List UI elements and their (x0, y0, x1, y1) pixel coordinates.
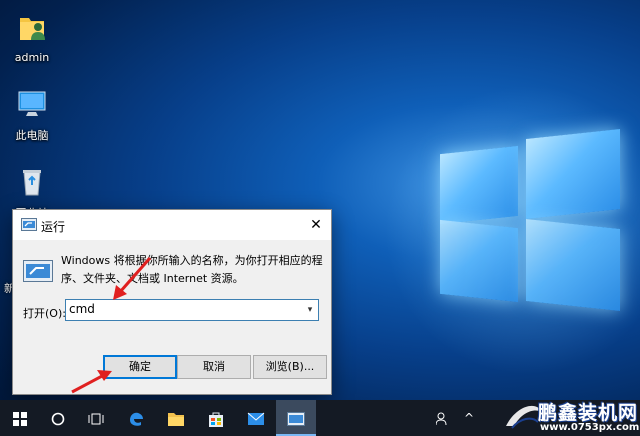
mail-icon (247, 412, 265, 425)
cortana-search-button[interactable] (38, 400, 78, 436)
people-button[interactable] (435, 400, 450, 436)
people-icon (435, 412, 447, 425)
windows-logo-wallpaper (440, 129, 620, 311)
windows-start-icon (13, 411, 27, 426)
cancel-button[interactable]: 取消 (177, 355, 251, 379)
edge-button[interactable] (116, 400, 156, 436)
cortana-circle-icon (51, 412, 65, 425)
user-folder-icon (20, 18, 45, 40)
run-icon (287, 411, 305, 426)
open-label: 打开(O): (23, 307, 66, 320)
run-dialog-titlebar[interactable]: 运行 ✕ (13, 210, 331, 240)
task-view-icon (88, 413, 104, 424)
close-button[interactable]: ✕ (301, 210, 331, 240)
command-input[interactable]: cmd ▾ (65, 299, 319, 321)
desktop-icon-admin[interactable]: admin (0, 12, 64, 64)
ok-button[interactable]: 确定 (103, 355, 177, 379)
run-dialog: 运行 ✕ Windows 将根据你所输入的名称，为你打开相应的程序、文件夹、文档… (12, 209, 332, 395)
run-program-icon (23, 260, 53, 282)
chevron-up-icon: ^ (464, 411, 475, 425)
watermark-brand: 鹏鑫装机网 (538, 402, 639, 424)
file-explorer-button[interactable] (156, 400, 196, 436)
mail-button[interactable] (236, 400, 276, 436)
desktop-icon-label: 此电脑 (15, 129, 49, 142)
chevron-down-icon[interactable]: ▾ (302, 300, 318, 320)
browse-button[interactable]: 浏览(B)... (253, 355, 327, 379)
store-bag-icon (209, 412, 223, 427)
dialog-title: 运行 (41, 220, 66, 234)
watermark-url: www.0753px.com (540, 422, 640, 433)
store-button[interactable] (196, 400, 236, 436)
folder-icon (168, 412, 184, 426)
run-icon (21, 218, 37, 231)
desktop-icon-this-pc[interactable]: 此电脑 (0, 88, 64, 143)
edge-browser-icon (130, 412, 143, 426)
show-hidden-icons-button[interactable]: ^ (464, 400, 474, 436)
start-button[interactable] (0, 400, 40, 436)
recycle-bin-icon (23, 170, 41, 196)
run-description: Windows 将根据你所输入的名称，为你打开相应的程序、文件夹、文档或 Int… (61, 254, 323, 285)
desktop-icon-label: admin (14, 51, 50, 64)
task-view-button[interactable] (76, 400, 116, 436)
command-value: cmd (69, 302, 95, 316)
computer-icon (18, 91, 46, 116)
run-taskbar-button[interactable] (276, 400, 316, 436)
